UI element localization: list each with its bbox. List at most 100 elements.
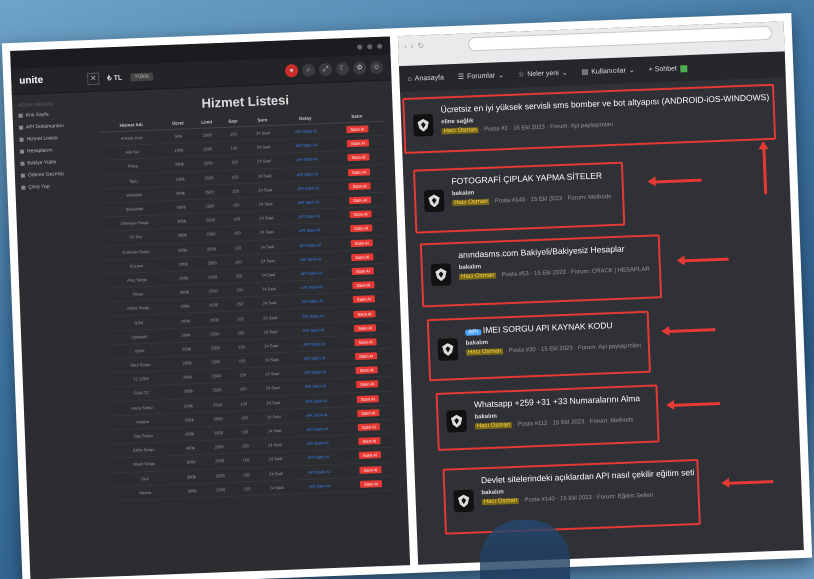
table-cell: 24 Saat — [250, 252, 286, 269]
thread-title[interactable]: API IMEI SORGU API KAYNAK KODU — [465, 319, 641, 336]
avatar[interactable] — [412, 113, 434, 137]
sidebar-header: HESAP MENÜSÜ — [18, 101, 55, 108]
user-icon[interactable]: ☺ — [369, 60, 384, 75]
avatar[interactable] — [430, 263, 452, 287]
table-cell: 2500 — [204, 439, 234, 455]
sidebar-item[interactable]: Ödeme Geçmişi — [20, 170, 87, 179]
table-cell: 2500 — [194, 155, 223, 172]
avatar[interactable] — [446, 409, 468, 433]
avatar[interactable] — [437, 338, 459, 361]
sidebar-item[interactable]: Hesaplarım — [19, 146, 86, 155]
table-cell: 2500 — [206, 467, 235, 484]
thread-item[interactable]: Ücretsiz en iyi yüksek servisli sms bomb… — [402, 83, 777, 154]
sidebar-item[interactable]: Çıkış Yap — [21, 182, 87, 191]
buy-button[interactable]: Satın Al — [355, 352, 378, 361]
author-link[interactable]: Hacı Osman — [441, 127, 479, 135]
notification-icon[interactable]: ● — [284, 64, 299, 78]
table-cell: 150 — [232, 424, 258, 440]
author-link[interactable]: Hacı Osman — [452, 198, 490, 207]
buy-button[interactable]: Satın Al — [359, 479, 382, 488]
buy-button[interactable]: Satın Al — [353, 309, 376, 318]
thread-item[interactable]: Whatsapp +259 +31 +33 Numaralarını Alma b… — [435, 384, 660, 451]
buy-button[interactable]: Satın Al — [349, 196, 372, 205]
author-link[interactable]: Hacı Osman — [465, 348, 504, 356]
buy-button[interactable]: Satın Al — [356, 394, 379, 403]
thread-title-text[interactable]: FOTOGRAFİ ÇIPLAK YAPMA SİTELER — [451, 170, 602, 186]
buy-button[interactable]: Satın Al — [346, 125, 369, 134]
nav-forums[interactable]: ☰ Forumlar ⌄ — [458, 71, 504, 81]
buy-button[interactable]: Satın Al — [350, 224, 373, 233]
nav-members[interactable]: ▤ Kullanıcılar ⌄ — [581, 66, 635, 76]
author-link[interactable]: Hacı Osman — [481, 497, 520, 506]
thread-title-text[interactable]: Whatsapp +259 +31 +33 Numaralarını Alma — [474, 393, 640, 409]
close-icon[interactable]: ✕ — [87, 72, 100, 85]
red-arrow-icon — [653, 178, 702, 184]
buy-button[interactable]: Satın Al — [347, 153, 370, 162]
table-cell: 24 Saat — [257, 437, 293, 453]
topup-button[interactable]: Yükle — [130, 72, 154, 81]
buy-button[interactable]: Satın Al — [357, 423, 380, 432]
buy-button[interactable]: Satın Al — [354, 338, 377, 346]
buy-button[interactable]: Satın Al — [359, 465, 382, 474]
table-cell: 2500 — [202, 368, 231, 384]
thread-title[interactable]: FOTOGRAFİ ÇIPLAK YAPMA SİTELER — [451, 170, 615, 186]
author-link[interactable]: Hacı Osman — [474, 422, 513, 430]
photo-frame: unite ✕ ₺ TL Yükle ● ⌕ ⤢ ☾ ⚙ ☺ HESAP MEN… — [1, 13, 813, 579]
table-cell: 150 — [233, 452, 259, 468]
buy-button[interactable]: Satın Al — [352, 295, 375, 304]
buy-cell[interactable]: Satın Al — [344, 475, 398, 492]
sidebar-item[interactable]: API Dokümanları — [19, 122, 85, 131]
buy-button[interactable]: Satın Al — [352, 281, 375, 290]
reload-icon[interactable]: ↻ — [417, 41, 424, 50]
table-cell: 2500 — [201, 340, 230, 356]
thread-item[interactable]: anındasms.com Bakiyeli/Bakiyesiz Hesapla… — [419, 234, 663, 308]
buy-button[interactable]: Satın Al — [347, 167, 370, 176]
table-cell: 24 Saat — [257, 451, 294, 467]
thread-list: Ücretsiz en iyi yüksek servisli sms bomb… — [400, 77, 804, 564]
menu-item-icon — [20, 161, 25, 166]
back-icon[interactable]: ‹ — [404, 42, 407, 51]
table-cell: 200₺ — [164, 156, 195, 173]
buy-button[interactable]: Satın Al — [349, 210, 372, 219]
avatar[interactable] — [453, 489, 475, 513]
moon-icon[interactable]: ☾ — [335, 62, 350, 76]
thread-title-text[interactable]: anındasms.com Bakiyeli/Bakiyesiz Hesapla… — [458, 244, 625, 260]
sidebar-item[interactable]: Ana Sayfa — [18, 110, 85, 119]
nav-chat[interactable]: + Sohbet — [649, 64, 688, 73]
buy-button[interactable]: Satın Al — [356, 380, 379, 389]
nav-whats-new[interactable]: ☆ Neler yeni ⌄ — [518, 69, 568, 79]
thread-item[interactable]: API IMEI SORGU API KAYNAK KODU bakalım Hacı… — [426, 310, 651, 382]
api-link[interactable]: API Satın Al — [293, 477, 346, 494]
avatar[interactable] — [423, 189, 445, 213]
table-cell: 100₺ — [164, 142, 195, 159]
buy-button[interactable]: Satın Al — [350, 238, 373, 247]
meta-text: · Posta #145 · 15 Ekl 2023 · Forum: Meth… — [489, 194, 612, 205]
thread-item[interactable]: Devlet sitelerindeki açıklardan API nası… — [442, 458, 701, 535]
buy-button[interactable]: Satın Al — [358, 451, 381, 460]
buy-button[interactable]: Satın Al — [351, 253, 374, 261]
thread-title[interactable]: Whatsapp +259 +31 +33 Numaralarını Alma — [474, 393, 650, 409]
author-link[interactable]: Hacı Osman — [459, 272, 497, 280]
forward-icon[interactable]: › — [411, 42, 414, 51]
buy-button[interactable]: Satın Al — [351, 267, 374, 276]
thread-item[interactable]: FOTOGRAFİ ÇIPLAK YAPMA SİTELER bakalım Hac… — [412, 161, 626, 234]
table-cell: 24 Saat — [251, 281, 287, 297]
fullscreen-icon[interactable]: ⤢ — [318, 62, 333, 77]
sidebar-item[interactable]: Hizmet Listesi — [19, 134, 85, 143]
buy-button[interactable]: Satın Al — [357, 408, 380, 417]
sidebar-item[interactable]: Bakiye Yükle — [20, 158, 86, 167]
menu-item-icon — [19, 125, 24, 130]
buy-button[interactable]: Satın Al — [358, 437, 381, 446]
buy-button[interactable]: Satın Al — [346, 139, 369, 148]
service-list-window: unite ✕ ₺ TL Yükle ● ⌕ ⤢ ☾ ⚙ ☺ HESAP MEN… — [10, 36, 411, 579]
search-icon[interactable]: ⌕ — [301, 63, 316, 77]
buy-button[interactable]: Satın Al — [353, 323, 376, 332]
buy-button[interactable]: Satın Al — [348, 182, 371, 190]
thread-title[interactable]: anındasms.com Bakiyeli/Bakiyesiz Hesapla… — [458, 243, 652, 260]
gear-icon[interactable]: ⚙ — [352, 61, 367, 75]
buy-button[interactable]: Satın Al — [355, 366, 378, 375]
nav-home[interactable]: ⌂ Anasayfa — [407, 74, 444, 82]
table-cell: 150 — [229, 353, 255, 369]
thread-title-text[interactable]: IMEI SORGU API KAYNAK KODU — [483, 320, 613, 335]
address-bar[interactable] — [467, 25, 773, 52]
